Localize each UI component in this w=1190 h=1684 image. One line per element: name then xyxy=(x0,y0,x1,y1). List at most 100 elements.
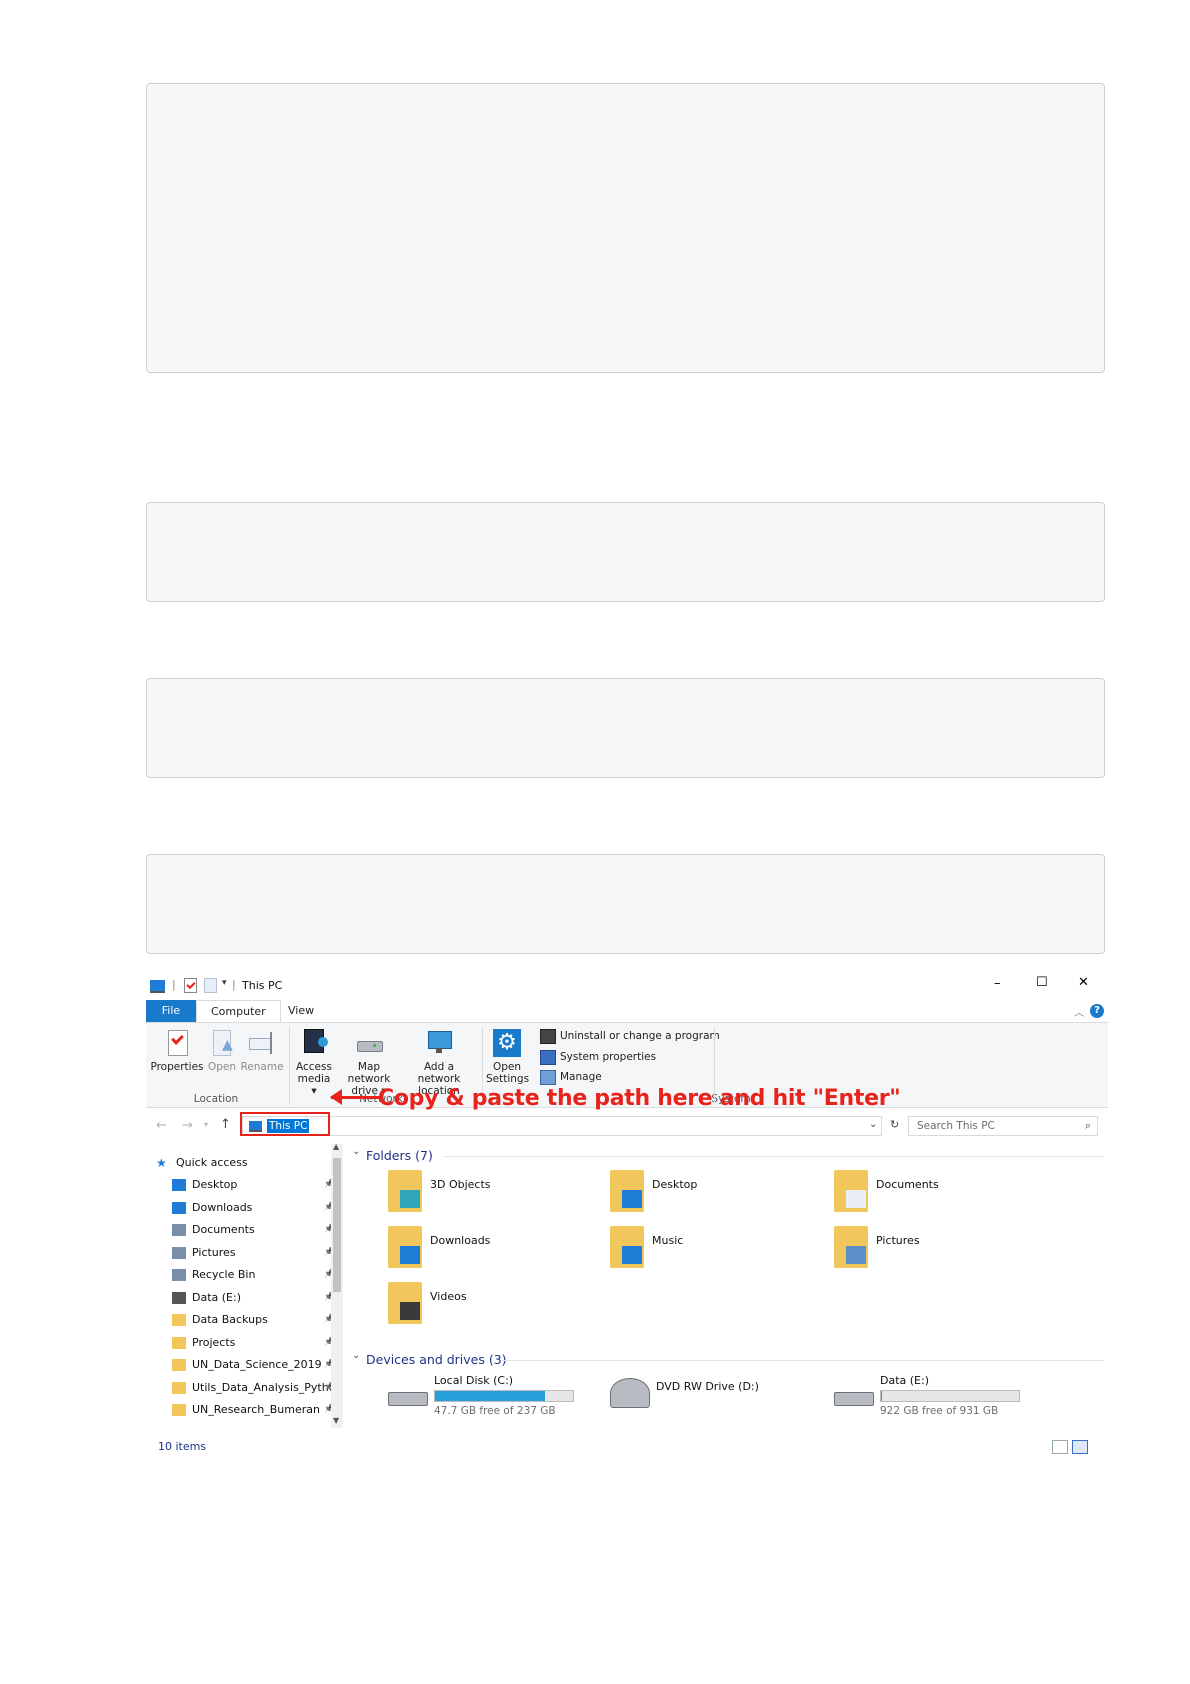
drive-item[interactable]: DVD RW Drive (D:) xyxy=(610,1374,840,1424)
properties-icon xyxy=(163,1029,191,1057)
sidebar-item[interactable]: Data Backups xyxy=(172,1309,344,1331)
nav-scrollbar-thumb[interactable] xyxy=(333,1158,341,1292)
folder-item[interactable]: Desktop xyxy=(610,1170,840,1220)
folder-item[interactable]: 3D Objects xyxy=(388,1170,618,1220)
system-properties-icon xyxy=(540,1050,556,1065)
properties-button[interactable]: Properties xyxy=(150,1029,204,1073)
back-arrow-icon[interactable]: ← xyxy=(156,1118,167,1133)
minimize-button[interactable]: – xyxy=(994,976,1001,991)
folder-icon xyxy=(388,1282,422,1324)
up-arrow-icon[interactable]: ↑ xyxy=(220,1117,231,1132)
folder-icon xyxy=(172,1314,186,1326)
folder-label: Downloads xyxy=(430,1234,491,1247)
open-settings-label-1: Open xyxy=(492,1061,522,1073)
uninstall-program-button[interactable]: Uninstall or change a program xyxy=(540,1027,720,1045)
item-count: 10 items xyxy=(158,1440,207,1453)
new-folder-quick-icon[interactable] xyxy=(204,978,217,993)
code-block-1 xyxy=(146,83,1105,373)
network-drive-icon xyxy=(355,1029,383,1057)
sidebar-item-label: Desktop xyxy=(192,1178,238,1191)
help-icon[interactable]: ? xyxy=(1090,1004,1104,1018)
sidebar-item-label: Documents xyxy=(192,1223,255,1236)
open-button[interactable]: ▲ Open xyxy=(204,1029,240,1073)
open-settings-button[interactable]: ⚙ Open Settings xyxy=(486,1029,529,1085)
folder-item[interactable]: Music xyxy=(610,1226,840,1276)
address-bar[interactable]: This PC ⌄ xyxy=(242,1116,882,1136)
scroll-up-icon[interactable]: ▲ xyxy=(333,1142,339,1151)
sidebar-item-label: Utils_Data_Analysis_Python xyxy=(192,1380,343,1394)
drives-header[interactable]: Devices and drives (3) xyxy=(366,1352,507,1367)
sidebar-item-label: Data (E:) xyxy=(192,1290,242,1304)
rename-button[interactable]: Rename xyxy=(240,1029,284,1073)
sidebar-item[interactable]: Data (E:) xyxy=(172,1287,344,1309)
drive-item[interactable]: Data (E:) 922 GB free of 931 GB xyxy=(834,1374,1064,1424)
maximize-button[interactable]: ☐ xyxy=(1036,975,1048,990)
folder-overlay-icon xyxy=(622,1190,642,1208)
folder-label: 3D Objects xyxy=(430,1178,491,1191)
large-icons-view-icon[interactable] xyxy=(1072,1440,1088,1454)
drive-label: Data (E:) xyxy=(880,1374,930,1387)
folder-item[interactable]: Videos xyxy=(388,1282,618,1332)
folder-icon xyxy=(610,1226,644,1268)
folders-header[interactable]: Folders (7) xyxy=(366,1148,433,1163)
drive-usage-bar xyxy=(434,1390,574,1402)
nav-quick-access[interactable]: ★ Quick access xyxy=(156,1152,328,1174)
drive-free-space: 922 GB free of 931 GB xyxy=(880,1405,999,1417)
folder-label: Pictures xyxy=(876,1234,920,1247)
pictures-icon xyxy=(172,1246,186,1259)
drive-usage-fill xyxy=(435,1391,546,1401)
folder-icon xyxy=(610,1170,644,1212)
folder-icon xyxy=(834,1170,868,1212)
customize-qa-dropdown-icon[interactable]: ▾ xyxy=(222,978,227,988)
folders-chevron-icon[interactable]: ⌄ xyxy=(352,1146,360,1157)
sidebar-item[interactable]: Downloads xyxy=(172,1197,344,1219)
folder-item[interactable]: Downloads xyxy=(388,1226,618,1276)
forward-arrow-icon[interactable]: → xyxy=(182,1118,193,1133)
title-bar: | ▾ | This PC – ☐ ✕ xyxy=(146,968,1108,1000)
folders-divider xyxy=(444,1156,1104,1157)
status-bar: 10 items xyxy=(146,1434,1108,1460)
manage-button[interactable]: Manage xyxy=(540,1068,602,1086)
sidebar-item[interactable]: Utils_Data_Analysis_Python xyxy=(172,1377,344,1399)
scroll-down-icon[interactable]: ▼ xyxy=(333,1416,339,1425)
sidebar-item[interactable]: UN_Research_Bumeran xyxy=(172,1399,344,1421)
details-view-icon[interactable] xyxy=(1052,1440,1068,1454)
sidebar-item[interactable]: Recycle Bin xyxy=(172,1264,344,1286)
address-dropdown-icon[interactable]: ⌄ xyxy=(869,1119,877,1130)
code-block-2 xyxy=(146,502,1105,602)
tab-view[interactable]: View xyxy=(274,1000,328,1022)
recent-dropdown-icon[interactable]: ▾ xyxy=(204,1120,208,1129)
drives-chevron-icon[interactable]: ⌄ xyxy=(352,1350,360,1361)
system-properties-button[interactable]: System properties xyxy=(540,1048,656,1066)
tab-file[interactable]: File xyxy=(146,1000,196,1022)
folder-item[interactable]: Documents xyxy=(834,1170,1064,1220)
drive-usage-bar xyxy=(880,1390,1020,1402)
search-input[interactable]: Search This PC ⌕ xyxy=(908,1116,1098,1136)
sidebar-item[interactable]: Desktop xyxy=(172,1174,344,1196)
hard-drive-icon xyxy=(834,1392,874,1406)
drives-divider xyxy=(502,1360,1104,1361)
properties-quick-icon[interactable] xyxy=(184,978,197,993)
desktop-icon xyxy=(172,1179,186,1191)
code-block-4 xyxy=(146,854,1105,954)
folder-overlay-icon xyxy=(846,1246,866,1264)
window-title: This PC xyxy=(242,979,283,992)
drive-item[interactable]: Local Disk (C:) 47.7 GB free of 237 GB xyxy=(388,1374,618,1424)
sidebar-item[interactable]: Documents xyxy=(172,1219,344,1241)
content-area: ⌄ Folders (7) 3D Objects Desktop Documents… xyxy=(342,1144,1108,1434)
collapse-ribbon-icon[interactable]: ︿ xyxy=(1074,1004,1084,1019)
sidebar-item[interactable]: UN_Data_Science_2019 xyxy=(172,1354,344,1376)
dvd-drive-icon xyxy=(610,1378,650,1408)
sidebar-item-label: Pictures xyxy=(192,1245,236,1259)
tab-computer[interactable]: Computer xyxy=(196,1000,281,1022)
access-media-button[interactable]: Access media ▾ xyxy=(294,1029,334,1097)
folder-item[interactable]: Pictures xyxy=(834,1226,1064,1276)
sidebar-item[interactable]: Pictures xyxy=(172,1242,344,1264)
sidebar-item[interactable]: Projects xyxy=(172,1332,344,1354)
system-properties-label: System properties xyxy=(560,1051,657,1063)
this-pc-icon xyxy=(150,980,165,993)
refresh-icon[interactable]: ↻ xyxy=(890,1118,899,1131)
qa-separator-2: | xyxy=(232,978,236,991)
star-icon: ★ xyxy=(156,1156,167,1170)
close-button[interactable]: ✕ xyxy=(1078,975,1089,990)
